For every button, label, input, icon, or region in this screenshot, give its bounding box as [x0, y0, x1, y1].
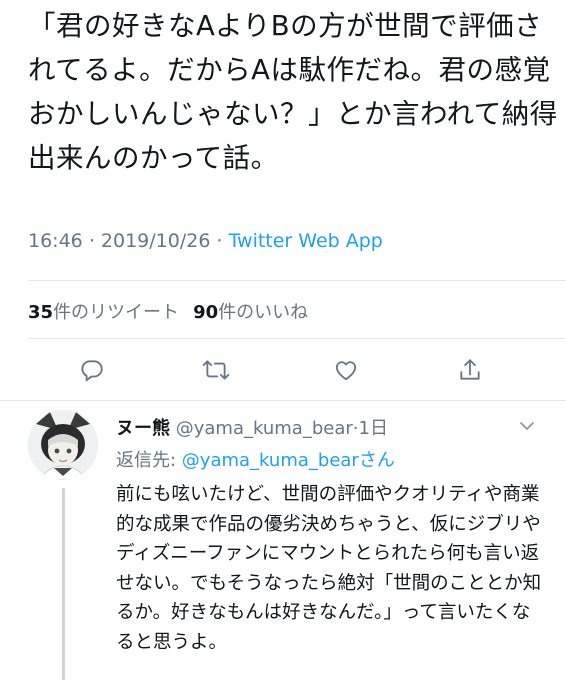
- tweet-text: 「君の好きなAよりBの方が世間で評価されてるよ。だからAは駄作だね。君の感覚おか…: [28, 10, 558, 174]
- reply-handle[interactable]: @yama_kuma_bear: [176, 418, 353, 439]
- likes-stat[interactable]: 90件のいいね: [193, 302, 308, 323]
- reply-to-handle[interactable]: @yama_kuma_bearさん: [182, 450, 395, 471]
- action-bar: [0, 350, 566, 390]
- reply-to-suffix: さん: [358, 450, 395, 471]
- avatar[interactable]: [28, 410, 98, 480]
- tweet-time: 16:46: [28, 230, 83, 252]
- meta-separator: ·: [88, 230, 95, 252]
- meta-separator: ·: [216, 230, 223, 252]
- reply-to-handle-text: @yama_kuma_bear: [181, 450, 359, 471]
- chevron-down-icon[interactable]: [518, 418, 536, 437]
- thread-line: [62, 488, 65, 680]
- retweet-icon[interactable]: [196, 350, 236, 390]
- tweet-meta: 16:46 · 2019/10/26 · Twitter Web App: [28, 230, 383, 252]
- like-label: 件のいいね: [218, 302, 309, 323]
- reply-to-line: 返信先: @yama_kuma_bearさん: [116, 446, 395, 472]
- retweets-stat[interactable]: 35件のリツイート: [28, 302, 179, 323]
- heart-icon[interactable]: [326, 350, 366, 390]
- share-icon[interactable]: [450, 350, 490, 390]
- divider: [28, 338, 566, 339]
- reply-header: ヌー熊 @yama_kuma_bear·1日: [116, 414, 388, 440]
- tweet-date: 2019/10/26: [100, 230, 211, 252]
- reply-age: 1日: [358, 418, 388, 439]
- tweet-stats: 35件のリツイート 90件のいいね: [28, 298, 308, 324]
- reply-icon[interactable]: [72, 350, 112, 390]
- reply-display-name[interactable]: ヌー熊: [116, 418, 170, 439]
- reply-text: 前にも呟いたけど、世間の評価やクオリティや商業的な成果で作品の優劣決めちゃうと、…: [116, 484, 542, 653]
- retweet-count: 35: [28, 302, 54, 323]
- divider: [0, 400, 566, 401]
- source-app-link[interactable]: Twitter Web App: [229, 230, 383, 252]
- like-count: 90: [193, 302, 219, 323]
- retweet-label: 件のリツイート: [53, 302, 180, 323]
- divider: [28, 280, 566, 281]
- reply-to-label: 返信先:: [116, 450, 182, 471]
